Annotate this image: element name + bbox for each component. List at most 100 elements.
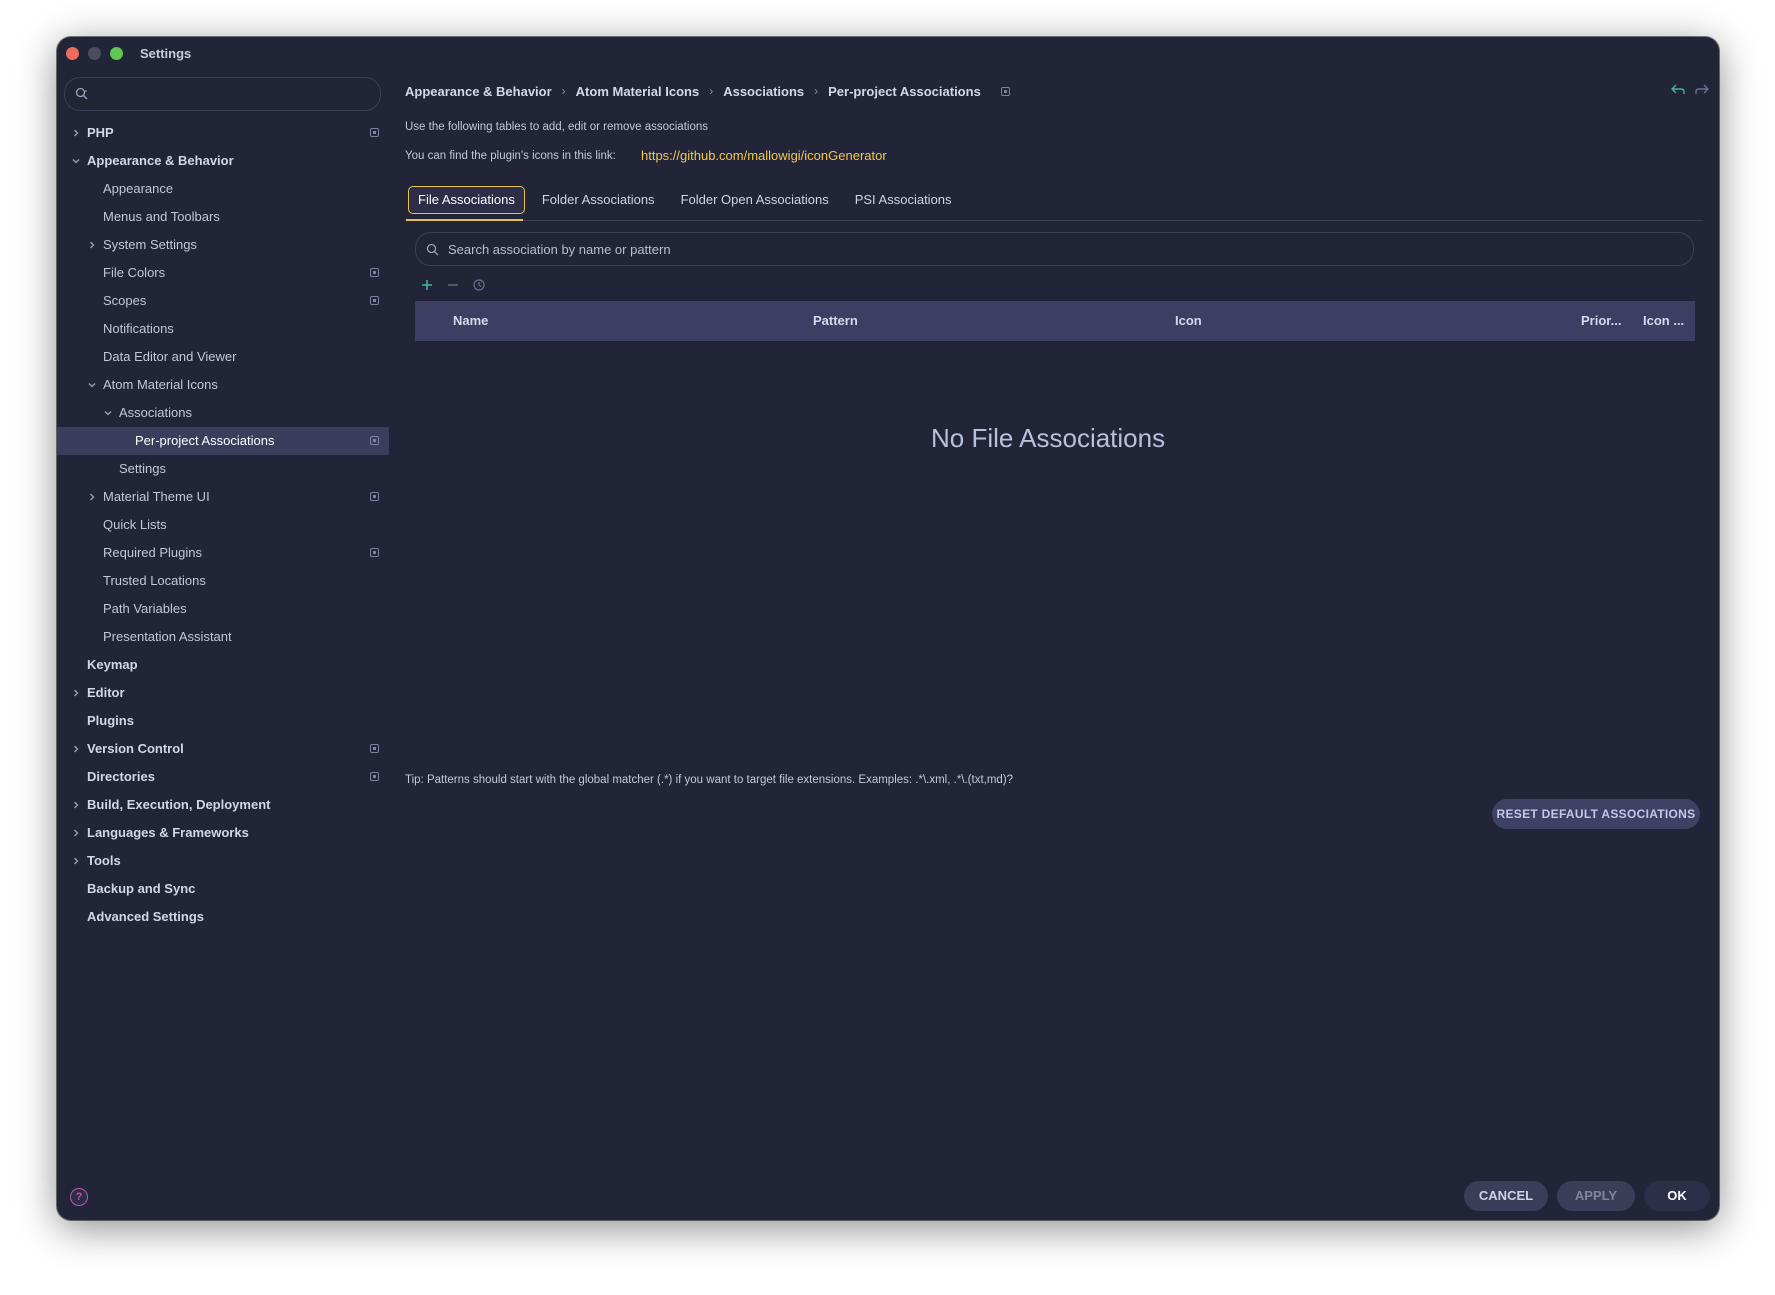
- sidebar-item[interactable]: Version Control: [57, 735, 389, 763]
- sidebar-item-label: Tools: [87, 853, 121, 868]
- sidebar-item[interactable]: Quick Lists: [57, 511, 389, 539]
- sidebar-item[interactable]: Tools: [57, 847, 389, 875]
- project-scope-icon: [370, 744, 379, 753]
- sidebar-item[interactable]: Appearance: [57, 175, 389, 203]
- sidebar-item[interactable]: Build, Execution, Deployment: [57, 791, 389, 819]
- reset-association-button[interactable]: [471, 277, 487, 293]
- ok-button[interactable]: OK: [1644, 1181, 1710, 1211]
- breadcrumb-item[interactable]: Per-project Associations: [828, 84, 981, 99]
- chevron-right-icon[interactable]: [87, 240, 97, 250]
- sidebar-item[interactable]: Trusted Locations: [57, 567, 389, 595]
- sidebar-item[interactable]: Menus and Toolbars: [57, 203, 389, 231]
- sidebar-item[interactable]: Notifications: [57, 315, 389, 343]
- settings-search-input[interactable]: [64, 77, 381, 111]
- chevron-down-icon[interactable]: [87, 380, 97, 390]
- sidebar-item[interactable]: Path Variables: [57, 595, 389, 623]
- sidebar-item[interactable]: Advanced Settings: [57, 903, 389, 931]
- sidebar-item[interactable]: Appearance & Behavior: [57, 147, 389, 175]
- icon-generator-link[interactable]: https://github.com/mallowigi/iconGenerat…: [641, 148, 887, 163]
- sidebar-item-label: Path Variables: [103, 601, 187, 616]
- window-title: Settings: [140, 46, 192, 61]
- association-search-input[interactable]: Search association by name or pattern: [415, 232, 1694, 266]
- column-name[interactable]: Name: [453, 313, 488, 328]
- reset-default-associations-button[interactable]: RESET DEFAULT ASSOCIATIONS: [1492, 799, 1700, 829]
- sidebar-item-label: Trusted Locations: [103, 573, 206, 588]
- sidebar-item-label: Settings: [119, 461, 166, 476]
- sidebar-item[interactable]: Backup and Sync: [57, 875, 389, 903]
- link-prefix-text: You can find the plugin's icons in this …: [405, 150, 616, 162]
- chevron-right-icon[interactable]: [71, 800, 81, 810]
- remove-association-button[interactable]: [445, 277, 461, 293]
- sidebar-item-label: Directories: [87, 769, 155, 784]
- sidebar-item[interactable]: Associations: [57, 399, 389, 427]
- tab-folder-open-associations[interactable]: Folder Open Associations: [672, 186, 838, 214]
- sidebar-item-label: File Colors: [103, 265, 166, 280]
- minimize-window-button[interactable]: [88, 47, 101, 60]
- project-scope-icon: [370, 772, 379, 781]
- empty-state-text: No File Associations: [931, 423, 1166, 453]
- add-association-button[interactable]: [419, 277, 435, 293]
- project-scope-icon: [370, 128, 379, 137]
- sidebar-item-label: Quick Lists: [103, 517, 167, 532]
- tabs-divider: [405, 220, 1703, 221]
- apply-button[interactable]: APPLY: [1557, 1181, 1635, 1211]
- sidebar-item[interactable]: Editor: [57, 679, 389, 707]
- sidebar-item-label: Keymap: [87, 657, 138, 672]
- sidebar-item[interactable]: Atom Material Icons: [57, 371, 389, 399]
- sidebar-item-label: Data Editor and Viewer: [103, 349, 237, 364]
- sidebar-item[interactable]: Data Editor and Viewer: [57, 343, 389, 371]
- sidebar-item-label: Atom Material Icons: [103, 377, 218, 392]
- sidebar-item[interactable]: Scopes: [57, 287, 389, 315]
- sidebar-item[interactable]: Directories: [57, 763, 389, 791]
- sidebar-item-label: Build, Execution, Deployment: [87, 797, 271, 812]
- project-scope-icon: [370, 548, 379, 557]
- tab-psi-associations[interactable]: PSI Associations: [846, 186, 961, 214]
- breadcrumb-separator-icon: ›: [709, 84, 714, 98]
- sidebar-item-label: PHP: [87, 125, 114, 140]
- sidebar-item[interactable]: PHP: [57, 119, 389, 147]
- description-text: Use the following tables to add, edit or…: [405, 121, 708, 133]
- chevron-right-icon[interactable]: [71, 828, 81, 838]
- breadcrumb-item[interactable]: Atom Material Icons: [576, 84, 700, 99]
- sidebar-item[interactable]: Languages & Frameworks: [57, 819, 389, 847]
- column-icon[interactable]: Icon: [1175, 313, 1202, 328]
- breadcrumb-separator-icon: ›: [561, 84, 566, 98]
- chevron-right-icon[interactable]: [71, 744, 81, 754]
- column-priority[interactable]: Prior...: [1581, 313, 1621, 328]
- column-icon-color[interactable]: Icon ...: [1643, 313, 1684, 328]
- forward-arrow-icon[interactable]: [1695, 84, 1709, 96]
- chevron-down-icon[interactable]: [103, 408, 113, 418]
- maximize-window-button[interactable]: [110, 47, 123, 60]
- chevron-down-icon[interactable]: [71, 156, 81, 166]
- tab-file-associations[interactable]: File Associations: [408, 186, 525, 214]
- sidebar-item[interactable]: Material Theme UI: [57, 483, 389, 511]
- sidebar-item[interactable]: Keymap: [57, 651, 389, 679]
- search-icon: [426, 243, 439, 256]
- sidebar-item[interactable]: Required Plugins: [57, 539, 389, 567]
- breadcrumb-item[interactable]: Associations: [723, 84, 804, 99]
- sidebar-item[interactable]: Settings: [57, 455, 389, 483]
- chevron-right-icon[interactable]: [87, 492, 97, 502]
- breadcrumb-item[interactable]: Appearance & Behavior: [405, 84, 552, 99]
- close-window-button[interactable]: [66, 47, 79, 60]
- back-arrow-icon[interactable]: [1671, 84, 1685, 96]
- chevron-right-icon[interactable]: [71, 128, 81, 138]
- sidebar-item[interactable]: System Settings: [57, 231, 389, 259]
- plus-icon: [422, 280, 432, 290]
- sidebar-item[interactable]: Per-project Associations: [57, 427, 389, 455]
- sidebar-item[interactable]: Plugins: [57, 707, 389, 735]
- sidebar-item-label: Presentation Assistant: [103, 629, 232, 644]
- sidebar-item[interactable]: Presentation Assistant: [57, 623, 389, 651]
- sidebar-item-label: Appearance & Behavior: [87, 153, 234, 168]
- sidebar-item-label: Appearance: [103, 181, 174, 196]
- breadcrumb: Appearance & Behavior › Atom Material Icon…: [405, 82, 1010, 100]
- sidebar-item-label: Material Theme UI: [103, 489, 210, 504]
- help-button[interactable]: ?: [70, 1188, 88, 1206]
- column-pattern[interactable]: Pattern: [813, 313, 858, 328]
- chevron-right-icon[interactable]: [71, 856, 81, 866]
- sidebar-item-label: Associations: [119, 405, 192, 420]
- cancel-button[interactable]: CANCEL: [1464, 1181, 1548, 1211]
- tab-folder-associations[interactable]: Folder Associations: [533, 186, 664, 214]
- chevron-right-icon[interactable]: [71, 688, 81, 698]
- sidebar-item[interactable]: File Colors: [57, 259, 389, 287]
